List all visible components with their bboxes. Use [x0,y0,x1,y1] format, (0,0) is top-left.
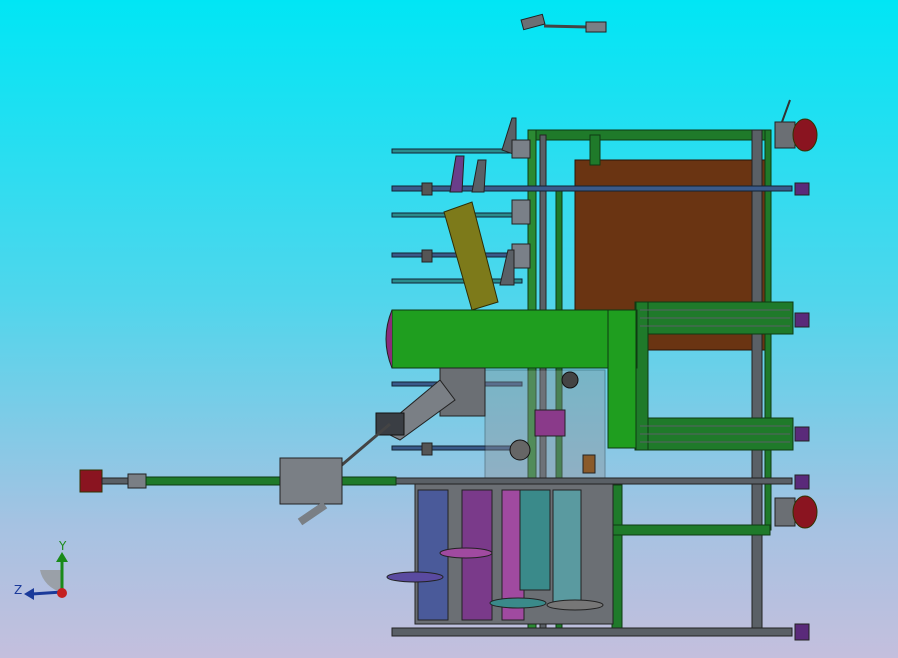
caster-wheel-bottom[interactable] [774,495,818,529]
floating-linkage-part[interactable] [520,13,607,33]
leveling-feet[interactable] [794,182,810,641]
y-axis-label: Y [58,539,67,553]
lower-gear-train[interactable] [386,483,614,625]
z-axis-label: Z [14,583,22,597]
push-rod[interactable] [79,457,397,526]
cad-viewport[interactable]: Y Z [0,0,898,658]
axis-triad: Y Z [14,539,68,600]
caster-wheel-top[interactable] [774,99,818,152]
center-mechanism[interactable] [484,369,606,479]
machine-assembly-drawing: Y Z [14,13,818,641]
